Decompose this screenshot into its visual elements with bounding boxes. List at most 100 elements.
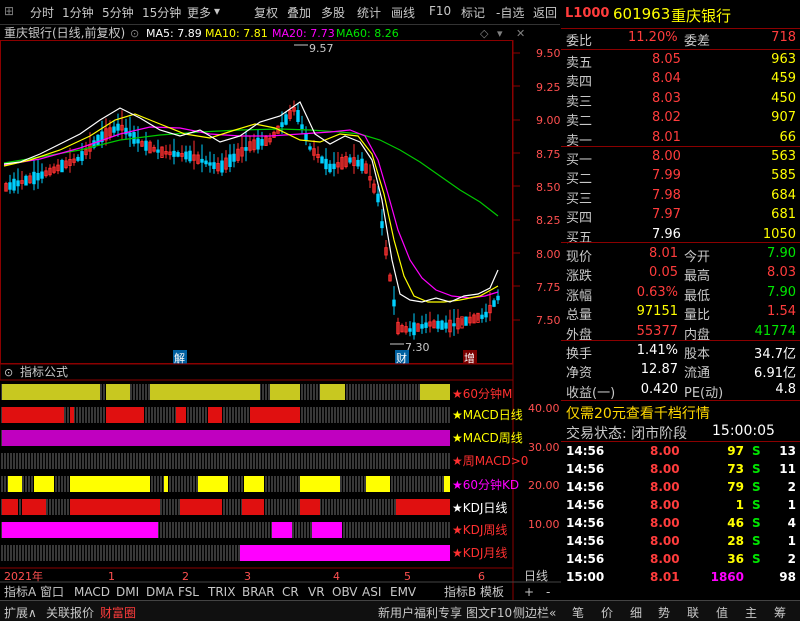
indicator-tab[interactable]: 模板 (480, 585, 504, 599)
tab-chips[interactable]: 筹 (774, 604, 786, 621)
indicator-segment (2, 522, 158, 538)
chevron-down-icon[interactable]: ▾ (214, 4, 220, 18)
kline-chart[interactable]: 重庆银行(日线,前复权) ⊙ MA5: 7.89 MA10: 7.81 MA20… (0, 24, 561, 600)
stock-name: 重庆银行 (671, 7, 732, 25)
indicator-tab[interactable]: TRIX (207, 585, 235, 599)
close-icon[interactable]: ✕ (516, 27, 525, 40)
indicator-tab[interactable]: + (524, 585, 534, 599)
bid-price: 7.99 (652, 168, 681, 184)
indicator-tab[interactable]: VR (308, 585, 325, 599)
svg-text:40.00: 40.00 (528, 402, 560, 415)
candle-body (76, 156, 80, 161)
bid-price: 7.96 (652, 226, 681, 242)
ask-volume: 450 (771, 90, 796, 106)
tab-price[interactable]: 价 (601, 604, 613, 621)
indicator-row-label: ★MACD周线 (452, 431, 523, 445)
indicator-tabs[interactable]: 指标A 窗口 MACD DMI DMA FSL TRIX BRAR CR VR OBV ASI EMV 指… (4, 584, 550, 599)
indicator-tab[interactable]: CR (282, 585, 299, 599)
ma5-label: MA5: 7.89 (146, 27, 202, 40)
ma10-label: MA10: 7.81 (205, 27, 268, 40)
tab-more[interactable]: 更多 (187, 4, 211, 21)
menu-icon[interactable]: ⊞ (4, 4, 14, 18)
ask-price: 8.02 (652, 110, 681, 126)
ask-volume: 907 (771, 110, 796, 126)
indicator-row-label: ★KDJ日线 (452, 501, 507, 515)
tick-direction: S (752, 534, 761, 548)
tick-count: 1 (787, 534, 796, 548)
indicator-tab[interactable]: 指标B (444, 584, 476, 599)
indicator-tab[interactable]: OBV (332, 585, 358, 599)
btn-watchlist[interactable]: -自选 (496, 4, 524, 21)
tick-count: 1 (787, 498, 796, 512)
stat-value: 1.41% (636, 343, 678, 358)
tick-volume: 73 (727, 462, 744, 476)
candle-body (392, 299, 396, 307)
settings-icon[interactable]: ▾ (497, 27, 503, 40)
stat-value: 7.90 (767, 284, 796, 300)
price-label: 7.75 (536, 281, 561, 294)
btn-draw[interactable]: 画线 (391, 4, 415, 21)
btn-overlay[interactable]: 叠加 (287, 4, 311, 21)
indicator-tab[interactable]: MACD (74, 585, 110, 599)
tab-main[interactable]: 主 (745, 604, 757, 621)
indicator-tab[interactable]: - (546, 585, 550, 599)
tab-detail[interactable]: 细 (630, 604, 642, 621)
tick-direction: S (752, 498, 761, 512)
btn-stats[interactable]: 统计 (357, 4, 381, 21)
tick-row: 14:56 8.00 28 S 1 (564, 533, 800, 551)
ask-label: 卖五 (566, 56, 593, 71)
tab-5min[interactable]: 5分钟 (102, 4, 134, 21)
tab-link[interactable]: 联 (687, 604, 699, 621)
stock-code: 601963 (613, 5, 671, 23)
sidebar-button[interactable]: 侧边栏« (513, 604, 556, 621)
candle-body (480, 314, 484, 319)
indicator-tab[interactable]: EMV (390, 585, 417, 599)
indicator-tab[interactable]: DMA (146, 585, 175, 599)
indicator-tab[interactable]: DMI (116, 585, 139, 599)
event-marker-label: 解 (174, 351, 185, 365)
chevron-circle-icon[interactable]: ⊙ (130, 27, 139, 40)
btn-multi[interactable]: 多股 (321, 4, 345, 21)
candle-body (116, 123, 120, 131)
wealth-circle-button[interactable]: 财富圈 (100, 604, 136, 621)
tab-value[interactable]: 值 (716, 604, 728, 621)
candle-body (188, 150, 192, 162)
btn-f10[interactable]: F10 (429, 4, 451, 18)
btn-back[interactable]: 返回 (533, 4, 557, 21)
diamond-icon[interactable]: ◇ (480, 27, 489, 40)
chevron-down-icon[interactable]: ⊙ (4, 366, 13, 379)
indicator-tab[interactable]: 窗口 (40, 585, 64, 599)
related-quote-button[interactable]: 关联报价 (46, 604, 94, 621)
tab-trend[interactable]: 势 (658, 604, 670, 621)
ask-volume: 963 (771, 52, 796, 67)
promo-link[interactable]: 仅需20元查看千档行情 (564, 401, 800, 422)
tab-15min[interactable]: 15分钟 (142, 4, 181, 21)
ask-price: 8.01 (652, 129, 681, 145)
tick-time: 14:56 (566, 534, 605, 548)
tab-1min[interactable]: 1分钟 (62, 4, 94, 21)
indicator-segment (70, 499, 160, 515)
candle-body (60, 159, 64, 173)
indicator-segment (176, 407, 186, 423)
bid-label: 买四 (566, 211, 593, 227)
indicator-tab[interactable]: ASI (362, 585, 381, 599)
indicator-tab[interactable]: 指标A (4, 584, 37, 599)
expand-button[interactable]: 扩展∧ (4, 604, 37, 621)
tab-ticks[interactable]: 笔 (572, 604, 584, 621)
tick-volume: 46 (727, 516, 744, 530)
tab-intraday[interactable]: 分时 (30, 4, 54, 21)
f10-button[interactable]: 图文F10 (466, 604, 512, 621)
candle-body (380, 221, 384, 229)
ask-row: 卖五 8.05 963 (564, 50, 800, 71)
btn-mark[interactable]: 标记 (461, 4, 485, 21)
quote-stat-row: 涨跌 0.05 最高 8.03 (564, 263, 800, 284)
candle-body (16, 180, 20, 187)
indicator-row-label: ★周MACD>0 (452, 454, 528, 468)
indicator-tab[interactable]: FSL (178, 585, 199, 599)
tick-time: 15:00 (566, 570, 605, 584)
new-user-button[interactable]: 新用户福利专享 (378, 604, 462, 621)
indicator-tab[interactable]: BRAR (242, 585, 275, 599)
btn-adjust[interactable]: 复权 (254, 4, 278, 21)
bid-row: 买四 7.97 681 (564, 205, 800, 227)
candle-body (36, 172, 40, 181)
